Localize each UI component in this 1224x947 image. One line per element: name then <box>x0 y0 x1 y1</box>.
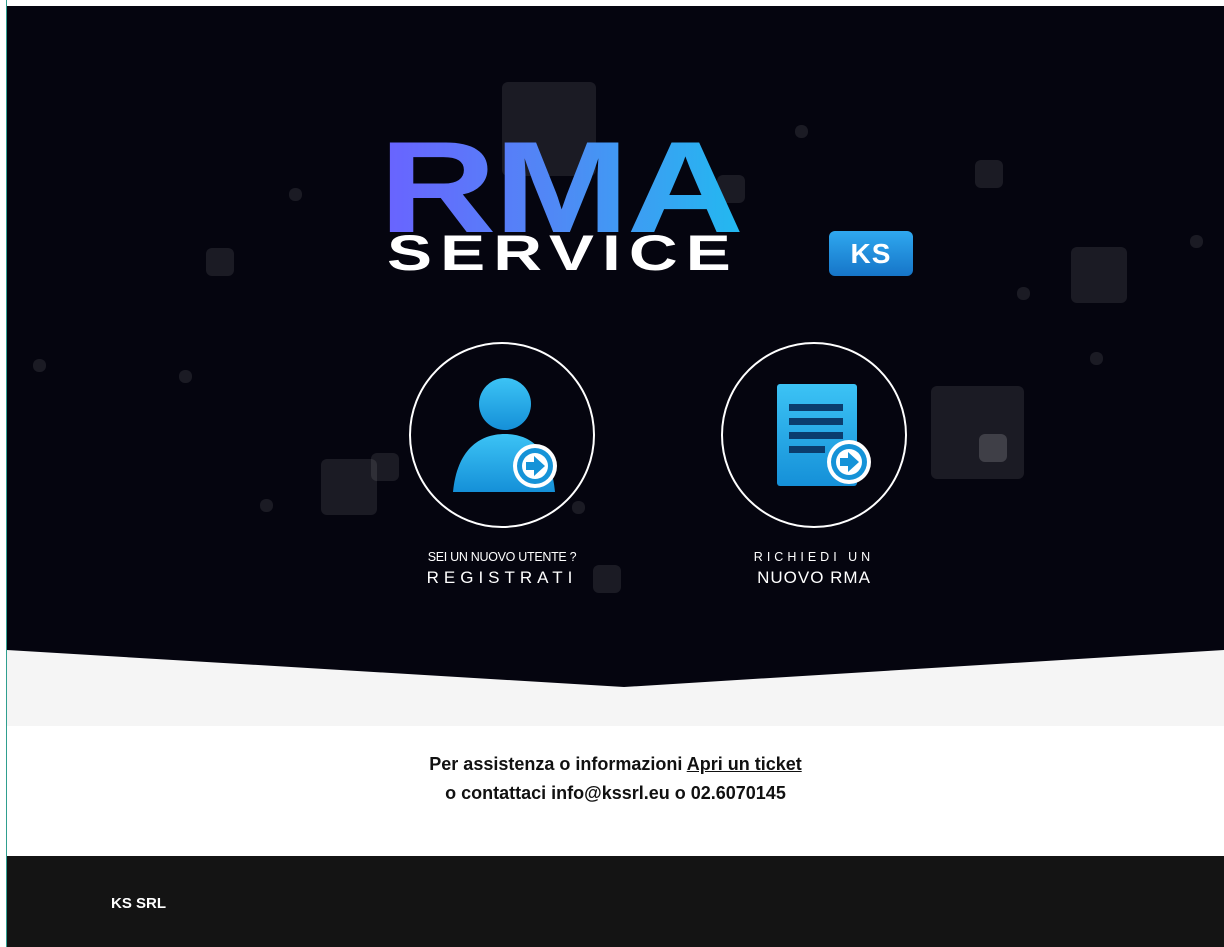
user-arrow-icon <box>453 378 557 492</box>
hero-section: RMA SERVICE KS SEI UN NUOVO UTENTE ? REG… <box>7 6 1224 726</box>
new-rma-label[interactable]: NUOVO RMA <box>704 568 924 588</box>
logo-subtitle: SERVICE <box>387 225 739 281</box>
new-rma-button[interactable]: RICHIEDI UN NUOVO RMA <box>704 342 924 588</box>
register-label[interactable]: REGISTRATI <box>392 568 612 588</box>
document-arrow-icon <box>777 384 871 486</box>
support-line-2: o contattaci info@kssrl.eu o 02.6070145 <box>445 783 786 803</box>
support-prefix: Per assistenza o informazioni <box>429 754 683 774</box>
decor-square <box>979 434 1007 462</box>
left-edge-rule <box>0 0 7 947</box>
open-ticket-link[interactable]: Apri un ticket <box>687 754 802 774</box>
decor-square <box>289 188 302 201</box>
decor-square <box>975 160 1003 188</box>
decor-square <box>1090 352 1103 365</box>
decor-square <box>206 248 234 276</box>
decor-square <box>321 459 377 515</box>
page: RMA SERVICE KS SEI UN NUOVO UTENTE ? REG… <box>0 0 1224 947</box>
register-button[interactable]: SEI UN NUOVO UTENTE ? REGISTRATI <box>392 342 612 588</box>
new-rma-caption[interactable]: RICHIEDI UN <box>704 550 924 564</box>
decor-square <box>1071 247 1127 303</box>
support-line-1: Per assistenza o informazioni Apri un ti… <box>7 750 1224 779</box>
decor-square <box>1017 287 1030 300</box>
support-info: Per assistenza o informazioni Apri un ti… <box>7 750 1224 808</box>
decor-square <box>179 370 192 383</box>
register-caption[interactable]: SEI UN NUOVO UTENTE ? <box>392 550 612 564</box>
decor-square <box>1190 235 1203 248</box>
decor-square <box>260 499 273 512</box>
decor-square <box>931 386 1024 479</box>
logo-badge: KS <box>829 231 913 276</box>
new-rma-circle[interactable] <box>721 342 907 528</box>
footer: KS SRL <box>7 856 1224 947</box>
rma-service-logo: RMA SERVICE KS <box>379 122 919 281</box>
footer-company-name: KS SRL <box>111 895 167 912</box>
register-circle[interactable] <box>409 342 595 528</box>
decor-square <box>33 359 46 372</box>
